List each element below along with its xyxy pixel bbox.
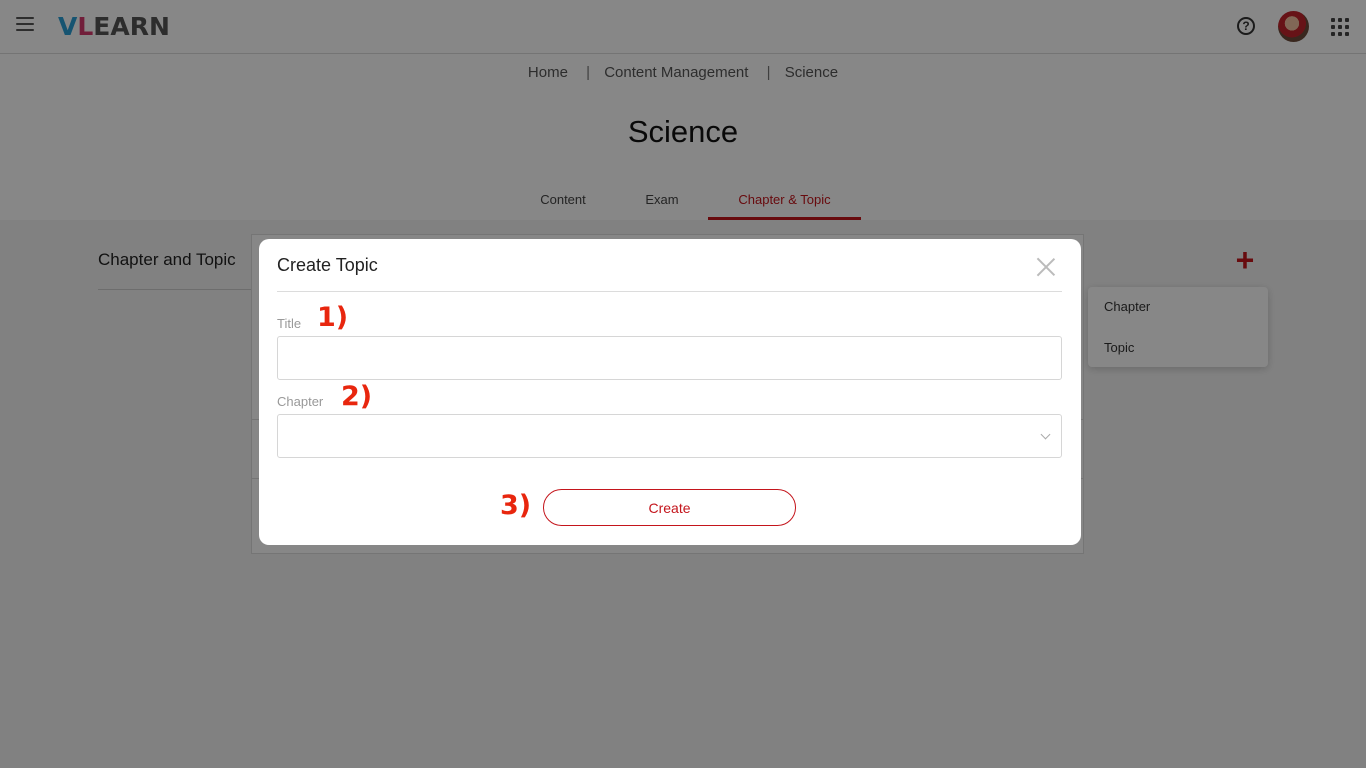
dialog-divider [277, 291, 1062, 292]
chevron-down-icon [1040, 429, 1051, 440]
annotation-3: 3) [500, 490, 532, 521]
annotation-2: 2) [341, 381, 373, 412]
chapter-label: Chapter [277, 394, 324, 409]
dialog-title: Create Topic [277, 255, 378, 275]
create-button[interactable]: Create [543, 489, 796, 526]
close-icon[interactable] [1035, 255, 1057, 277]
annotation-1: 1) [317, 302, 349, 333]
chapter-select[interactable] [277, 414, 1062, 458]
create-topic-dialog: Create Topic Title 1) Chapter 2) 3) Crea… [259, 239, 1081, 545]
title-input[interactable] [277, 336, 1062, 380]
title-label: Title [277, 316, 302, 331]
